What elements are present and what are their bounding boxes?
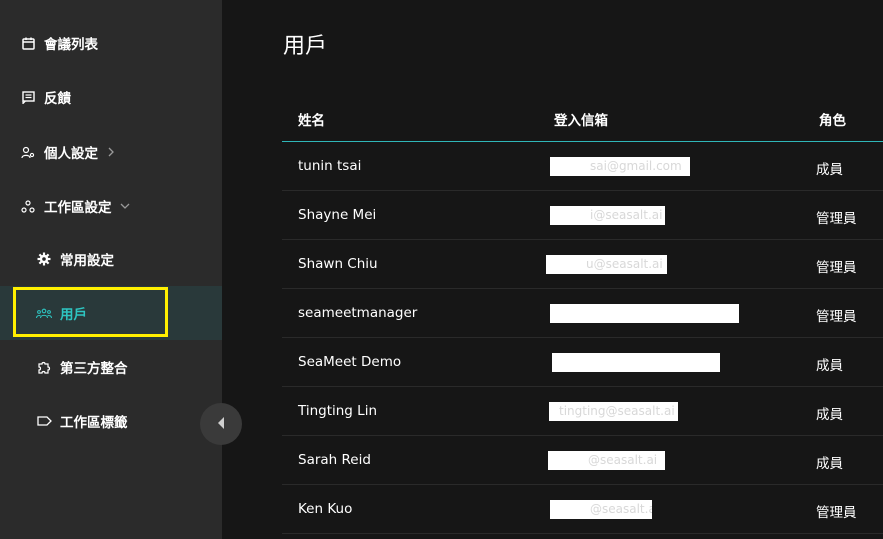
redacted-email: @seasalt.ai bbox=[548, 451, 665, 470]
gear-icon bbox=[36, 251, 52, 267]
user-name: Sarah Reid bbox=[298, 452, 371, 468]
sidebar-item-label: 第三方整合 bbox=[60, 361, 128, 377]
user-name: seameetmanager bbox=[298, 305, 418, 321]
user-role: 管理員 bbox=[816, 505, 857, 521]
sidebar-item-integrations[interactable]: 第三方整合 bbox=[0, 340, 222, 394]
user-role: 成員 bbox=[816, 358, 843, 374]
table-row[interactable]: Ken Kuo @seasalt.ai 管理員 bbox=[282, 485, 883, 534]
redacted-email: u@seasalt.ai bbox=[546, 255, 667, 274]
table-row[interactable]: Tingting Lin tingting@seasalt.ai 成員 bbox=[282, 387, 883, 436]
table-row[interactable]: Shawn Chiu u@seasalt.ai 管理員 bbox=[282, 240, 883, 289]
column-header-email[interactable]: 登入信箱 bbox=[554, 109, 608, 129]
chevron-down-icon bbox=[120, 201, 130, 211]
sidebar-item-label: 個人設定 bbox=[44, 146, 98, 162]
sidebar-collapse-button[interactable] bbox=[200, 403, 242, 445]
sidebar-item-workspace-tags[interactable]: 工作區標籤 bbox=[0, 394, 222, 448]
sidebar-item-meeting-list[interactable]: 會議列表 bbox=[0, 16, 222, 70]
redacted-email bbox=[550, 304, 739, 323]
sidebar: 會議列表 反饋 個人設定 工作區設定 常用設定 用戶 第三方整合 工作區標籤 bbox=[0, 0, 222, 539]
sidebar-item-label: 工作區標籤 bbox=[60, 415, 128, 431]
redacted-email: sai@gmail.com bbox=[550, 157, 690, 176]
sidebar-item-label: 反饋 bbox=[44, 91, 71, 107]
chevron-right-icon bbox=[106, 147, 116, 157]
feedback-icon bbox=[20, 89, 36, 105]
sidebar-item-label: 工作區設定 bbox=[44, 200, 112, 216]
users-table: 姓名 登入信箱 角色 tunin tsai sai@gmail.com 成員 S… bbox=[282, 94, 883, 534]
calendar-icon bbox=[20, 35, 36, 51]
sidebar-item-label: 常用設定 bbox=[60, 253, 114, 269]
user-name: SeaMeet Demo bbox=[298, 354, 402, 370]
sidebar-item-workspace-settings[interactable]: 工作區設定 bbox=[0, 179, 222, 233]
user-name: Ken Kuo bbox=[298, 501, 353, 517]
workspace-icon bbox=[20, 198, 36, 214]
redacted-email: tingting@seasalt.ai bbox=[549, 402, 678, 421]
table-row[interactable]: Sarah Reid @seasalt.ai 成員 bbox=[282, 436, 883, 485]
user-name: tunin tsai bbox=[298, 158, 362, 174]
sidebar-item-label: 會議列表 bbox=[44, 37, 98, 53]
user-role: 成員 bbox=[816, 407, 843, 423]
redacted-email bbox=[552, 353, 720, 372]
column-header-name[interactable]: 姓名 bbox=[298, 109, 325, 129]
user-role: 管理員 bbox=[816, 260, 857, 276]
page-title: 用戶 bbox=[283, 34, 328, 59]
puzzle-icon bbox=[36, 359, 52, 375]
table-header: 姓名 登入信箱 角色 bbox=[282, 94, 883, 142]
table-row[interactable]: seameetmanager 管理員 bbox=[282, 289, 883, 338]
sidebar-item-general-settings[interactable]: 常用設定 bbox=[0, 232, 222, 286]
person-settings-icon bbox=[20, 144, 36, 160]
chevron-left-icon bbox=[216, 415, 226, 434]
user-name: Shayne Mei bbox=[298, 207, 377, 223]
user-name: Tingting Lin bbox=[298, 403, 377, 419]
table-row[interactable]: SeaMeet Demo 成員 bbox=[282, 338, 883, 387]
table-row[interactable]: Shayne Mei i@seasalt.ai 管理員 bbox=[282, 191, 883, 240]
redacted-email: @seasalt.ai bbox=[550, 500, 652, 519]
user-role: 成員 bbox=[816, 456, 843, 472]
sidebar-item-feedback[interactable]: 反饋 bbox=[0, 70, 222, 124]
user-name: Shawn Chiu bbox=[298, 256, 378, 272]
annotation-highlight-box bbox=[13, 287, 168, 337]
redacted-email: i@seasalt.ai bbox=[550, 206, 665, 225]
table-row[interactable]: tunin tsai sai@gmail.com 成員 bbox=[282, 142, 883, 191]
user-role: 成員 bbox=[816, 162, 843, 178]
user-role: 管理員 bbox=[816, 309, 857, 325]
sidebar-item-personal-settings[interactable]: 個人設定 bbox=[0, 125, 222, 179]
user-role: 管理員 bbox=[816, 211, 857, 227]
tag-icon bbox=[36, 413, 52, 429]
column-header-role[interactable]: 角色 bbox=[819, 109, 846, 129]
